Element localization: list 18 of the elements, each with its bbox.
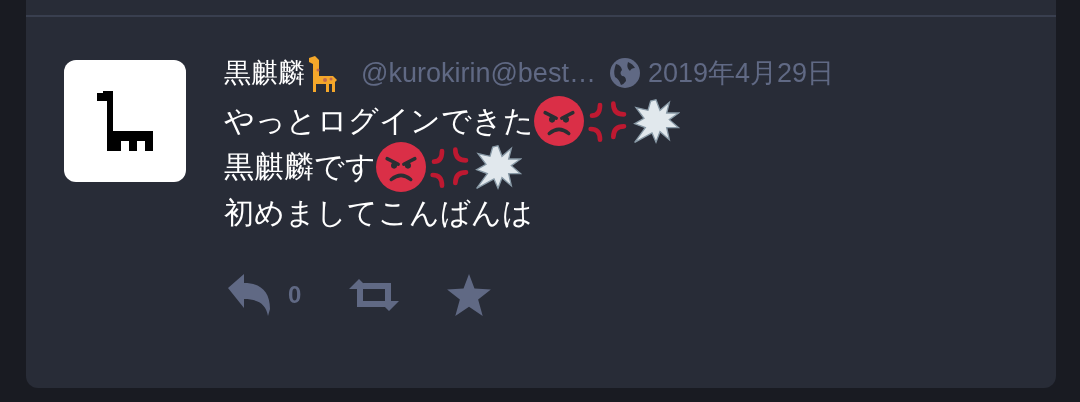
avatar[interactable]	[64, 60, 186, 182]
post-text: やっとログインできた	[224, 103, 534, 139]
reply-button[interactable]: 0	[228, 274, 302, 316]
giraffe-logo-icon	[97, 91, 153, 151]
explosion-icon	[632, 97, 680, 145]
favourite-button[interactable]	[447, 274, 492, 316]
account-handle[interactable]: @kurokirin@best…	[361, 52, 596, 94]
explosion-icon	[474, 143, 522, 191]
angry-face-icon	[534, 96, 584, 146]
angry-face-icon	[376, 142, 426, 192]
boost-button[interactable]	[349, 279, 400, 311]
boost-icon	[349, 279, 400, 311]
post-date[interactable]: 2019年4月29日	[647, 52, 834, 94]
display-name[interactable]: 黒麒麟	[224, 52, 305, 94]
post-text: 黒麒麟です	[224, 149, 376, 185]
reply-count: 0	[288, 280, 302, 310]
post-text: 初めましてこんばんは	[224, 195, 533, 231]
star-icon	[447, 274, 492, 316]
